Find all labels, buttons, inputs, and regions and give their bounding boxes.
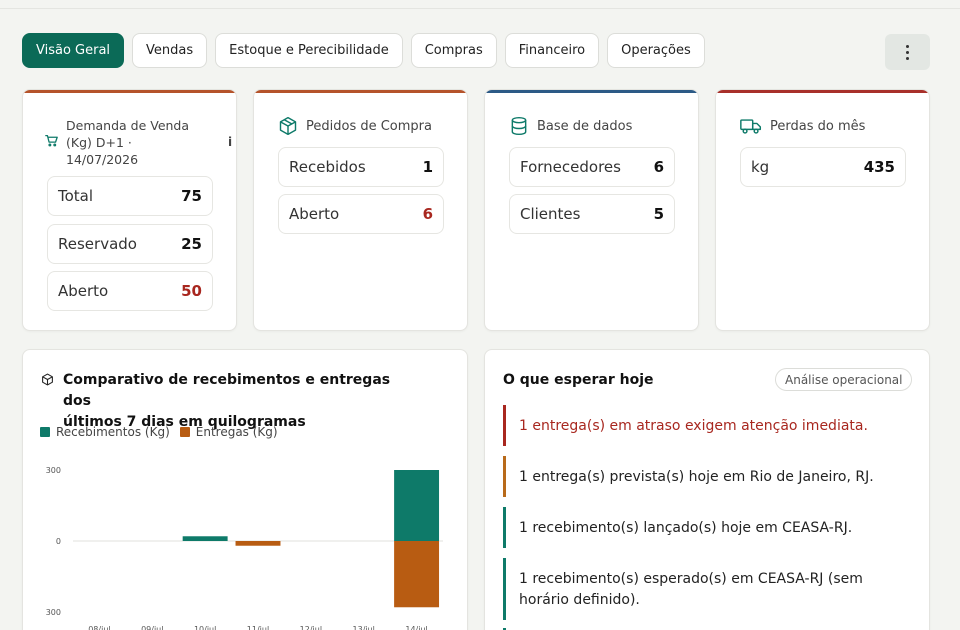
x-tick-label: 12/jul [300,625,322,630]
card-accent [716,90,929,93]
bar-10/jul [182,536,228,541]
legend-label: Recebimentos (Kg) [56,425,170,439]
card-date: 14/07/2026 [66,152,139,167]
package-icon [278,116,298,136]
x-tick-label: 08/jul [88,625,110,630]
tab-estoque-perecibilidade[interactable]: Estoque e Perecibilidade [215,33,403,68]
card-title-line: Demanda de Venda [66,118,190,133]
stat-label: Fornecedores [520,158,621,176]
info-icon[interactable]: i [228,135,232,149]
ops-panel: O que esperar hoje Análise operacional 1… [484,349,930,630]
legend-swatch [179,427,190,437]
legend-item-entregas[interactable]: Entregas (Kg) [179,425,278,439]
card-title-text: Perdas do mês [770,118,866,134]
y-tick-label: 300 [46,608,61,617]
stat-aberto: Aberto 6 [278,194,444,234]
bar-chart: 300 0 300 08/jul 09/jul 10/jul 11/jul 12/jul 13/… [46,466,443,630]
card-demanda-venda: Demanda de Venda (Kg) D+1 · 14/07/2026 i… [22,89,237,331]
stat-recebidos: Recebidos 1 [278,147,444,187]
more-options-button[interactable] [885,34,930,70]
analise-operacional-badge[interactable]: Análise operacional [775,368,913,391]
y-tick-label: 300 [46,466,61,475]
chart-panel: Comparativo de recebimentos e entregas d… [22,349,468,630]
stat-total: Total 75 [47,176,213,216]
database-icon [509,116,529,136]
tab-operacoes[interactable]: Operações [607,33,705,68]
x-tick-label: 10/jul [194,625,216,630]
legend-item-recebimentos[interactable]: Recebimentos (Kg) [40,425,170,439]
x-tick-label: 13/jul [353,625,375,630]
card-pedidos-compra: Pedidos de Compra Recebidos 1 Aberto 6 [253,89,468,331]
stat-label: Aberto [58,282,109,300]
cart-icon [45,134,58,147]
card-title: Perdas do mês [740,116,865,136]
stat-reservado: Reservado 25 [47,224,213,264]
tab-vendas[interactable]: Vendas [132,33,208,68]
stat-value: 75 [181,187,202,205]
stat-label: kg [751,158,770,176]
stat-value: 25 [181,235,202,253]
card-perdas-mes: Perdas do mês kg 435 [715,89,930,331]
bar-11/jul [235,541,281,546]
x-tick-label: 09/jul [141,625,163,630]
top-divider [0,8,960,9]
ops-item: 1 recebimento(s) esperado(s) em CEASA-RJ… [503,558,903,620]
stat-value: 50 [181,282,202,300]
truck-icon [740,116,762,136]
y-tick-label: 0 [56,537,61,546]
stat-value: 435 [863,158,895,176]
stat-value: 1 [422,158,433,176]
stat-label: Aberto [289,205,340,223]
stat-aberto: Aberto 50 [47,271,213,311]
card-title-line: (Kg) D+1 · [66,135,132,150]
stat-value: 6 [653,158,664,176]
x-tick-label: 11/jul [247,625,269,630]
legend-label: Entregas (Kg) [195,425,278,439]
ops-item: 1 recebimento(s) lançado(s) hoje em CEAS… [503,507,903,548]
stat-label: Reservado [58,235,137,253]
tab-financeiro[interactable]: Financeiro [504,33,600,68]
box-icon [41,372,54,433]
stat-label: Recebidos [289,158,366,176]
chart-title-line: Comparativo de recebimentos e entregas d… [63,372,391,409]
tab-bar: Visão Geral Vendas Estoque e Perecibilid… [22,33,705,68]
legend-swatch [40,427,50,437]
card-title: Base de dados [509,116,632,136]
stat-value: 6 [422,205,433,223]
card-base-dados: Base de dados Fornecedores 6 Clientes 5 [484,89,699,331]
x-tick-label: 14/jul [405,625,427,630]
card-title-text: Pedidos de Compra [306,118,432,134]
ops-title: O que esperar hoje [503,372,654,388]
card-title: Pedidos de Compra [278,116,432,136]
chart-title: Comparativo de recebimentos e entregas d… [41,370,421,433]
stat-kg: kg 435 [740,147,906,187]
tab-visao-geral[interactable]: Visão Geral [22,33,125,68]
stat-value: 5 [653,205,664,223]
ops-alert-item: 1 entrega(s) em atraso exigem atenção im… [503,405,903,446]
chart-legend: Recebimentos (Kg) Entregas (Kg) [40,425,278,439]
bar-14/jul [394,541,440,608]
stat-clientes: Clientes 5 [509,194,675,234]
tab-compras[interactable]: Compras [410,33,497,68]
stat-label: Total [58,187,94,205]
stat-fornecedores: Fornecedores 6 [509,147,675,187]
card-title: Demanda de Venda (Kg) D+1 · 14/07/2026 [45,117,189,168]
card-accent [254,90,467,93]
card-accent [23,90,236,93]
bar-14/jul [394,470,440,541]
vertical-dots-icon [906,44,909,60]
card-title-text: Base de dados [537,118,633,134]
ops-item: 1 entrega(s) prevista(s) hoje em Rio de … [503,456,903,497]
card-accent [485,90,698,93]
stat-label: Clientes [520,205,581,223]
